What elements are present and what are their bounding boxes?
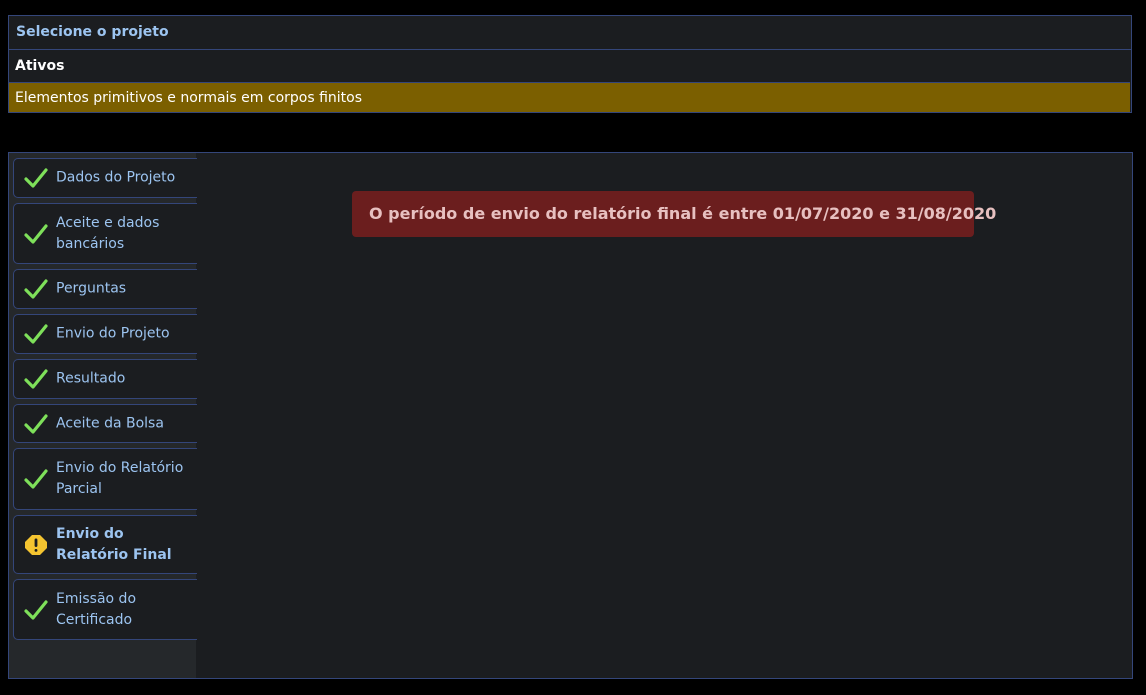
step-label: Envio do Projeto bbox=[56, 325, 170, 342]
main-panel: Dados do Projeto Aceite e dados bancário… bbox=[8, 152, 1133, 679]
step-aceite-da-bolsa[interactable]: Aceite da Bolsa bbox=[13, 404, 197, 443]
check-icon bbox=[24, 279, 48, 299]
check-icon bbox=[24, 469, 48, 489]
step-label: Perguntas bbox=[56, 280, 127, 297]
step-label: Aceite da Bolsa bbox=[56, 415, 164, 431]
step-aceite-e-dados-bancarios[interactable]: Aceite e dados bancários bbox=[13, 203, 197, 264]
step-resultado[interactable]: Resultado bbox=[13, 359, 197, 399]
step-envio-do-relatorio-parcial[interactable]: Envio do Relatório Parcial bbox=[13, 448, 197, 510]
check-icon bbox=[24, 324, 48, 344]
step-envio-do-relatorio-final[interactable]: Envio do Relatório Final bbox=[13, 515, 197, 574]
check-icon bbox=[24, 599, 48, 620]
warning-icon bbox=[25, 534, 47, 555]
check-icon bbox=[24, 223, 48, 244]
step-label: Emissão do Certificado bbox=[56, 590, 137, 628]
step-content: O período de envio do relatório final é … bbox=[196, 153, 1132, 678]
check-icon bbox=[24, 369, 48, 389]
step-label: Resultado bbox=[56, 370, 126, 387]
alert-message: O período de envio do relatório final é … bbox=[352, 191, 996, 237]
step-label: Envio do Relatório Parcial bbox=[56, 460, 184, 497]
project-item-selected[interactable]: Elementos primitivos e normais em corpos… bbox=[9, 82, 1130, 113]
project-select-panel: Selecione o projeto Ativos Elementos pri… bbox=[8, 15, 1132, 113]
check-icon bbox=[24, 413, 48, 434]
step-label: Aceite e dados bancários bbox=[56, 214, 160, 252]
step-envio-do-projeto[interactable]: Envio do Projeto bbox=[13, 314, 197, 354]
step-perguntas[interactable]: Perguntas bbox=[13, 269, 197, 309]
check-icon bbox=[24, 168, 48, 188]
step-dados-do-projeto[interactable]: Dados do Projeto bbox=[13, 158, 197, 198]
steps-sidebar: Dados do Projeto Aceite e dados bancário… bbox=[9, 153, 197, 678]
step-label: Envio do Relatório Final bbox=[56, 525, 172, 563]
step-emissao-do-certificado[interactable]: Emissão do Certificado bbox=[13, 579, 197, 640]
project-select-title: Selecione o projeto bbox=[9, 16, 1131, 50]
project-group-label: Ativos bbox=[15, 58, 65, 74]
step-label: Dados do Projeto bbox=[56, 169, 176, 186]
